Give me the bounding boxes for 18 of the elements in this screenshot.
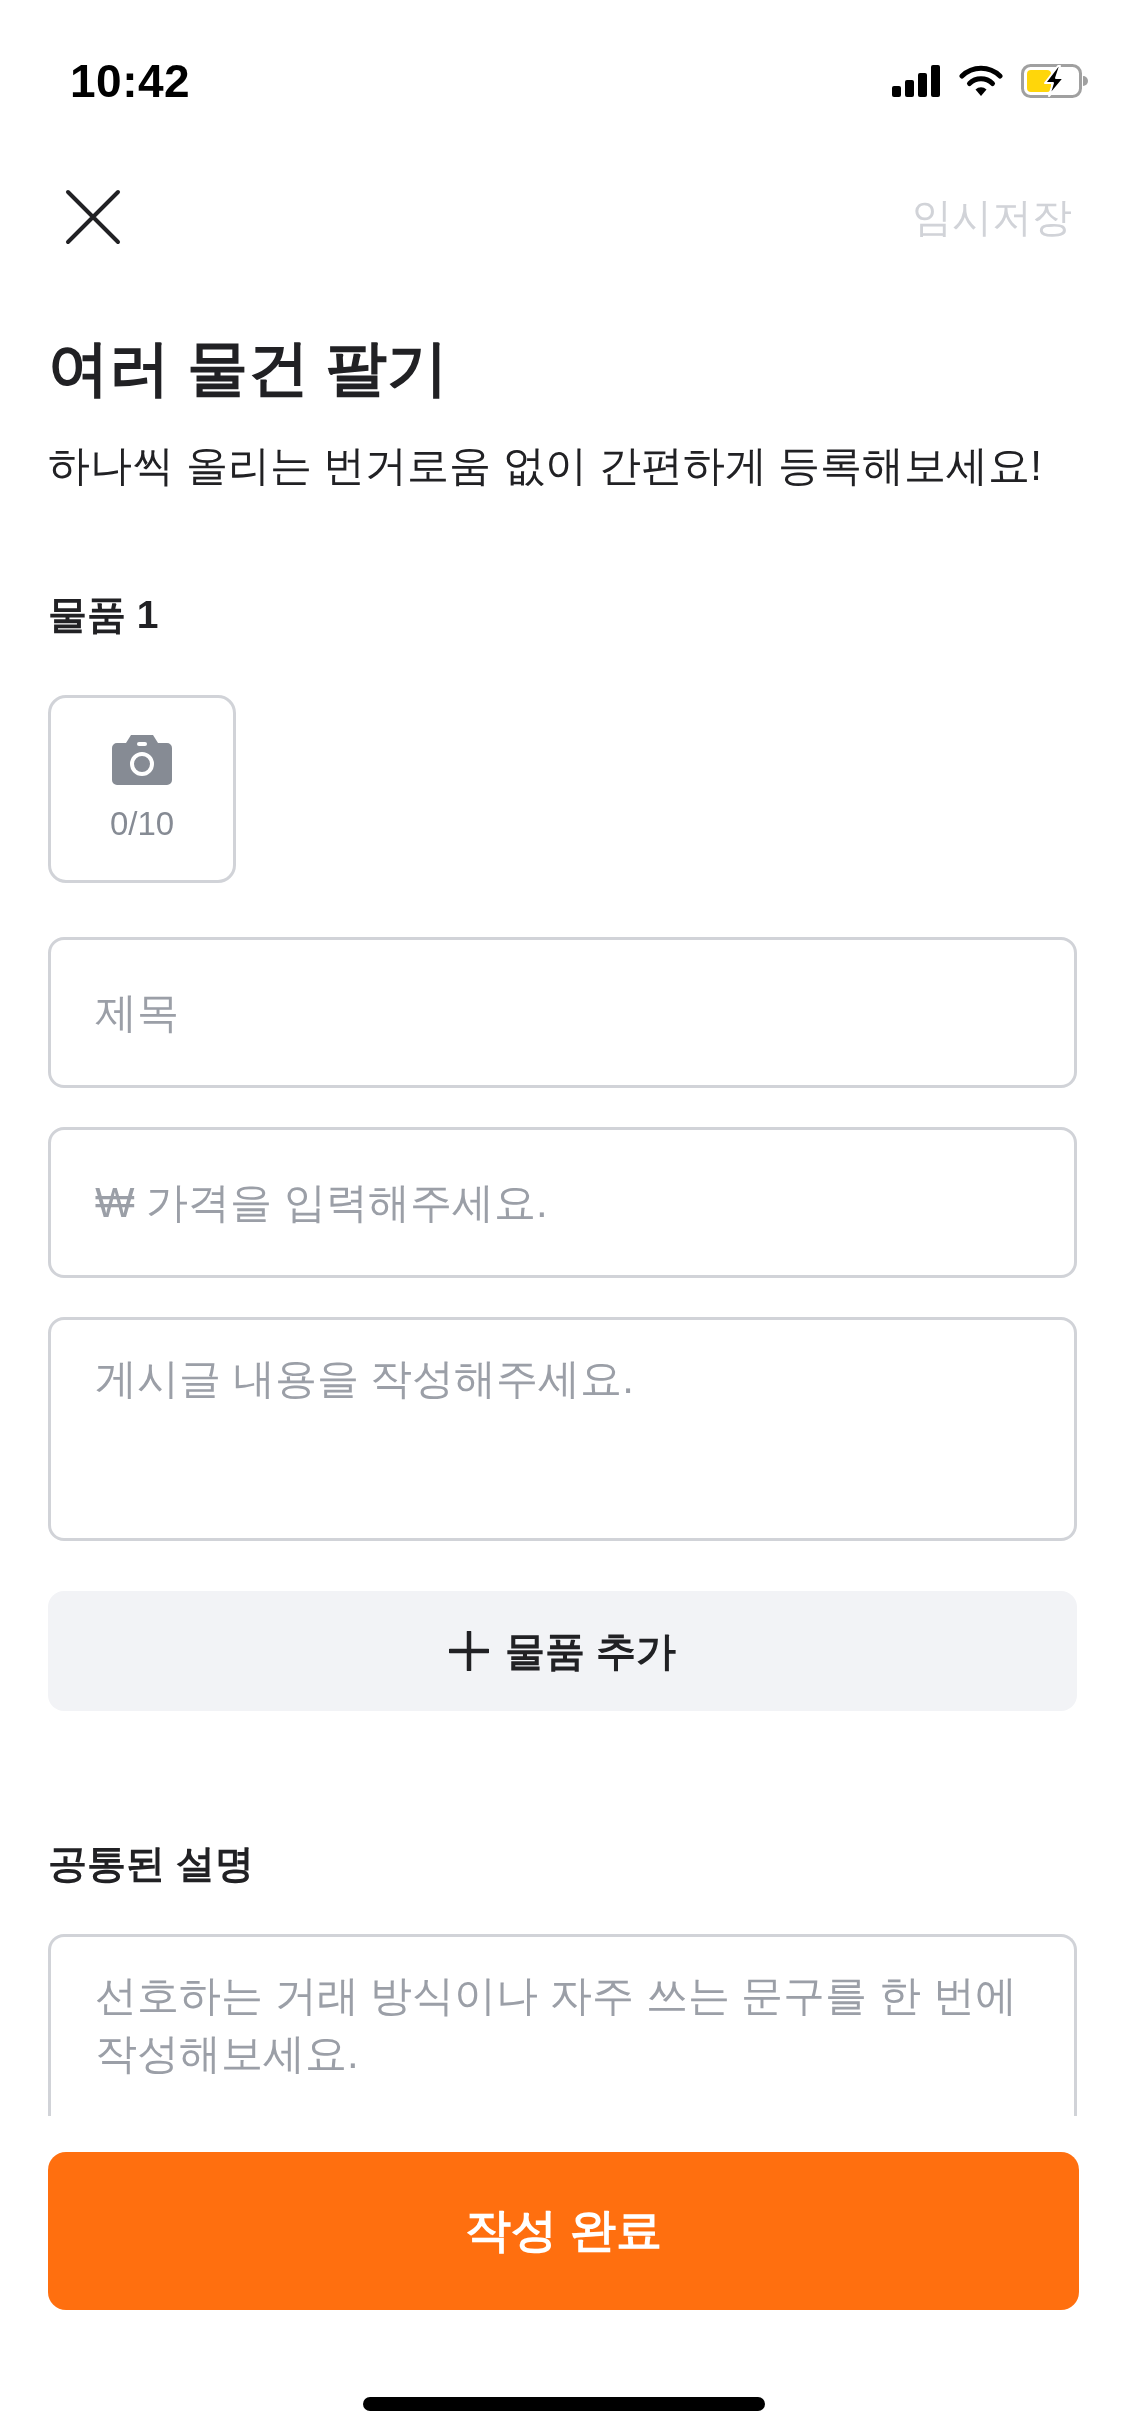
input-field[interactable]: 제목: [48, 937, 1077, 1088]
plus-icon: [448, 1631, 489, 1671]
close-icon[interactable]: [65, 189, 121, 245]
section-heading: 물품 1: [48, 592, 160, 638]
page-subtitle: 하나씩 올리는 번거로움 없이 간편하게 등록해보세요!: [48, 441, 1043, 491]
section-heading: 공통된 설명: [48, 1841, 255, 1887]
page-title: 여러 물건 팔기: [48, 333, 449, 403]
wifi-icon: [959, 65, 1003, 97]
text-area-field[interactable]: 게시글 내용을 작성해주세요.: [48, 1317, 1077, 1541]
input-field[interactable]: ₩ 가격을 입력해주세요.: [48, 1127, 1077, 1278]
battery-icon: [1021, 64, 1089, 98]
camera-icon: [112, 735, 172, 785]
add-item-button[interactable]: 물품 추가: [48, 1591, 1077, 1711]
status-time: 10:42: [70, 54, 191, 108]
photo-upload-button[interactable]: 0/10: [48, 695, 236, 883]
text-area-field[interactable]: 선호하는 거래 방식이나 자주 쓰는 문구를 한 번에 작성해보세요.: [48, 1934, 1077, 2116]
submit-button[interactable]: 작성 완료: [48, 2152, 1079, 2310]
signal-icon: [892, 65, 941, 97]
